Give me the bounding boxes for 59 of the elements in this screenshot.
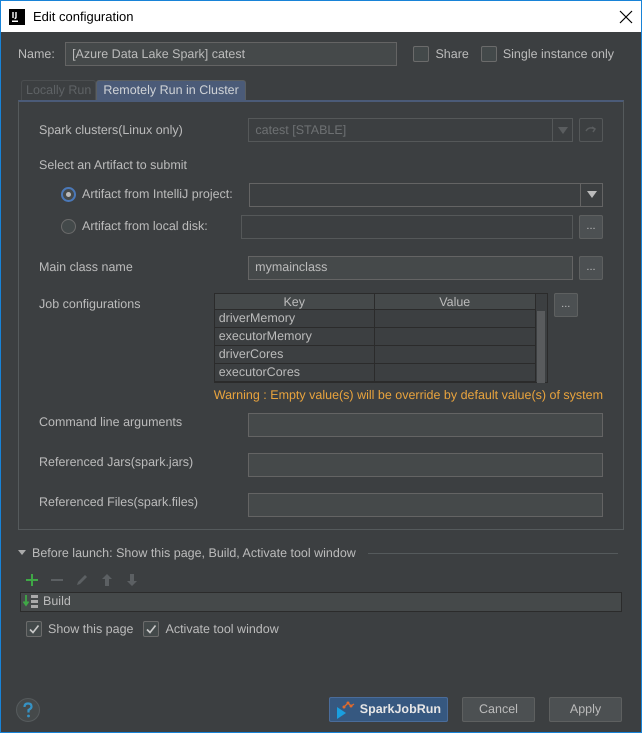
table-cell: executorMemory (214, 328, 375, 345)
browse-button[interactable]: ... (554, 292, 578, 317)
column-header[interactable]: Value (374, 294, 535, 309)
dropdown-arrow-icon (558, 126, 568, 134)
text-field[interactable] (248, 412, 603, 436)
dialog-button[interactable]: Apply (549, 697, 622, 722)
artifact-dropdown[interactable] (248, 182, 603, 207)
name-label: Name: (18, 46, 55, 61)
checkbox-label: Share (435, 46, 469, 63)
add-icon[interactable] (25, 572, 39, 587)
checkbox[interactable] (143, 621, 160, 638)
field-label: Referenced Files(spark.files) (39, 494, 198, 508)
dropdown-arrow-icon (586, 191, 596, 198)
checkmark-icon (145, 623, 158, 636)
task-item[interactable]: Build (21, 592, 621, 611)
checkbox[interactable] (480, 46, 497, 62)
refresh-icon (585, 125, 598, 135)
window-title: Edit configuration (33, 8, 134, 26)
app-logo-icon (9, 8, 25, 24)
run-button[interactable]: SparkJobRun (328, 697, 448, 722)
field-label: Referenced Jars(spark.jars) (39, 454, 194, 468)
scrollbar-thumb[interactable] (536, 310, 545, 383)
warning-text: Warning : Empty value(s) will be override by default value(s) of system (214, 386, 603, 404)
close-icon[interactable] (619, 10, 633, 24)
browse-button[interactable]: ... (579, 214, 603, 239)
browse-button[interactable]: ... (579, 256, 603, 280)
refresh-button[interactable] (579, 118, 604, 142)
table-cell: driverCores (214, 346, 375, 363)
text-field[interactable] (248, 492, 603, 516)
radio-label: Artifact from local disk: (82, 218, 208, 236)
table-cell: executorCores (214, 364, 375, 381)
task-label: Build (43, 593, 71, 610)
field-label: Spark clusters(Linux only) (39, 122, 183, 137)
checkbox-label: Show this page (48, 620, 134, 638)
radio-label: Artifact from IntelliJ project: (82, 186, 233, 204)
name-field[interactable]: [Azure Data Lake Spark] catest (65, 42, 398, 66)
section-title[interactable]: Before launch: Show this page, Build, Activate tool window (32, 544, 356, 563)
table-cell: driverMemory (214, 310, 375, 327)
dialog-button[interactable]: Cancel (462, 697, 535, 722)
checkbox[interactable] (26, 621, 42, 638)
field-label: Command line arguments (39, 414, 182, 428)
path-field[interactable] (241, 214, 573, 239)
main-class-field[interactable]: mymainclass (248, 256, 573, 280)
radio-button[interactable] (61, 187, 76, 202)
field-label: Job configurations (39, 296, 140, 311)
checkmark-icon (28, 623, 40, 636)
radio-button[interactable] (61, 219, 76, 234)
checkbox[interactable] (413, 46, 430, 62)
checkbox-label: Single instance only (502, 46, 614, 63)
text-field[interactable] (248, 452, 603, 476)
spark-run-icon (336, 700, 356, 718)
field-label: Main class name (39, 260, 133, 274)
build-icon (23, 594, 39, 610)
column-header[interactable]: Key (214, 294, 375, 309)
collapse-arrow-icon[interactable] (18, 549, 26, 558)
checkbox-label: Activate tool window (165, 620, 279, 638)
help-icon[interactable] (16, 698, 40, 722)
tab[interactable]: Remotely Run in Cluster (96, 80, 246, 100)
section-label: Select an Artifact to submit (39, 158, 187, 172)
